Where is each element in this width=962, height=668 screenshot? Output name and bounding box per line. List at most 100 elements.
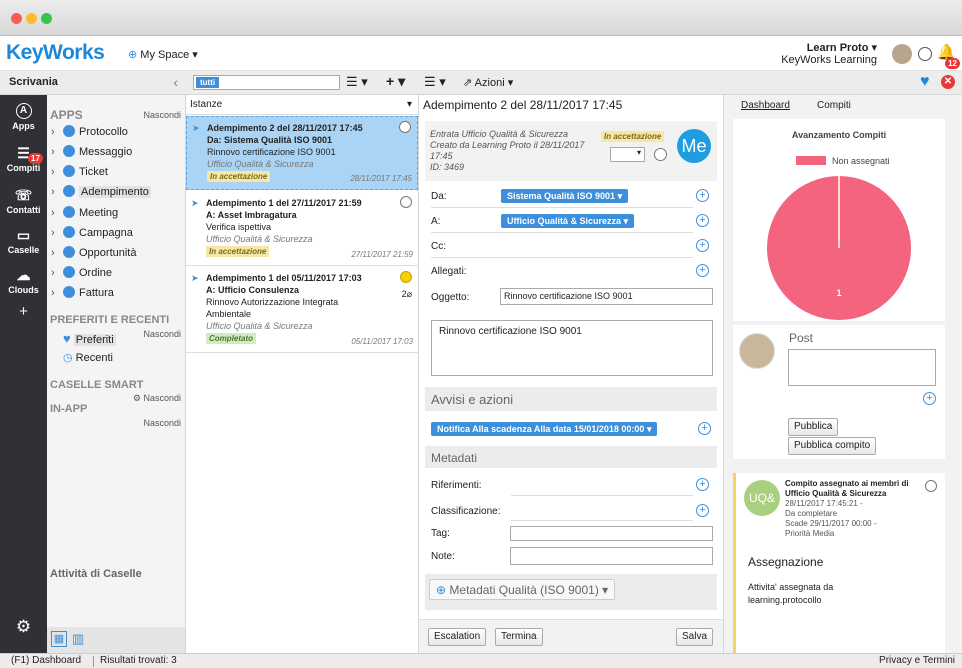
nav-footer: ▦ ▥ (47, 627, 185, 653)
list-item[interactable]: ➤ 2⌀ Adempimento 1 del 05/11/2017 17:03 … (186, 267, 418, 353)
actions-menu[interactable]: ⇗ Azioni ▾ (463, 76, 513, 89)
metadati-qualita-select[interactable]: ⊕ Metadati Qualità (ISO 9001) ▾ (429, 579, 616, 600)
divider (511, 520, 693, 521)
close-icon[interactable]: ✕ (941, 75, 955, 89)
caselle-smart-hide[interactable]: ⚙ Nascondi (133, 393, 181, 404)
nav-item-fattura[interactable]: › Fattura (51, 286, 114, 299)
leftbar-contatti[interactable]: ☏ Contatti (0, 187, 47, 215)
nav-item-adempimento[interactable]: › Adempimento (51, 185, 151, 198)
user-avatar[interactable] (892, 44, 912, 64)
detail-status-badge: In accettazione (601, 131, 665, 142)
nav-item-preferiti[interactable]: ♥ Preferiti (63, 331, 116, 346)
cc-label: Cc: (431, 241, 446, 252)
nav-item-protocollo[interactable]: › Protocollo (51, 125, 128, 138)
add-allegati-icon[interactable]: + (696, 264, 709, 277)
leftbar-caselle[interactable]: ▭ Caselle (0, 227, 47, 255)
collapse-chevron-icon[interactable]: ‹ (173, 74, 178, 90)
user-menu[interactable]: Learn Proto ▾ KeyWorks Learning (781, 42, 877, 66)
a-label: A: (431, 216, 441, 227)
pubblica-compito-button[interactable]: Pubblica compito (788, 437, 877, 455)
zoom-window-button[interactable] (41, 13, 52, 24)
filter-input[interactable]: tutti (193, 75, 340, 90)
escalation-button[interactable]: Escalation (428, 628, 487, 646)
globe-icon: ⊕ (128, 49, 138, 61)
preferiti-hide-link[interactable]: Nascondi (143, 329, 181, 339)
metadati-section-title[interactable]: Metadati (425, 446, 717, 468)
note-field[interactable] (510, 547, 713, 565)
select-circle-icon[interactable] (654, 148, 667, 161)
body-textarea[interactable]: Rinnovo certificazione ISO 9001 (431, 320, 713, 376)
user-org: KeyWorks Learning (781, 54, 877, 66)
card-title: Adempimento 2 del 28/11/2017 17:45 (207, 123, 363, 133)
select-circle-icon[interactable] (925, 480, 937, 492)
nav-item-messaggio[interactable]: › Messaggio (51, 145, 132, 158)
nav-item-campagna[interactable]: › Campagna (51, 226, 133, 239)
select-circle-icon[interactable] (400, 271, 412, 283)
apps-hide-link[interactable]: Nascondi (143, 110, 181, 120)
tab-compiti[interactable]: Compiti (817, 100, 851, 111)
map-view-icon[interactable]: ▥ (72, 631, 84, 647)
add-cc-icon[interactable]: + (696, 239, 709, 252)
list-item[interactable]: ➤ Adempimento 1 del 27/11/2017 21:59 A: … (186, 192, 418, 266)
in-app-hide-link[interactable]: Nascondi (143, 418, 181, 428)
pubblica-button[interactable]: Pubblica (788, 418, 839, 436)
preferiti-section-title: PREFERITI E RECENTI (50, 314, 170, 326)
my-space-menu[interactable]: ⊕ My Space ▾ (128, 48, 198, 61)
a-chip[interactable]: Ufficio Qualità & Sicurezza ▾ (501, 214, 635, 228)
leftbar-compiti[interactable]: ☰ Compiti 17 (0, 145, 47, 173)
add-post-icon[interactable]: + (923, 392, 936, 405)
add-classificazione-icon[interactable]: + (696, 504, 709, 517)
close-window-button[interactable] (11, 13, 22, 24)
da-chip[interactable]: Sistema Qualità ISO 9001 ▾ (501, 189, 629, 203)
add-da-icon[interactable]: + (696, 189, 709, 202)
add-a-icon[interactable]: + (696, 214, 709, 227)
list-view-icon[interactable]: ▦ (51, 631, 67, 647)
add-riferimenti-icon[interactable]: + (696, 478, 709, 491)
post-textarea[interactable] (788, 349, 936, 386)
nav-item-recenti[interactable]: ◷ Recenti (63, 351, 113, 364)
sort-bar[interactable]: Istanze ▾ (186, 95, 418, 115)
divider (431, 207, 693, 208)
task-card[interactable]: UQ& Compito assegnato ai membri di Uffic… (733, 473, 945, 653)
nav-item-opportunita[interactable]: › Opportunità (51, 246, 136, 259)
termina-button[interactable]: Termina (495, 628, 543, 646)
clock-icon: ◷ (63, 352, 73, 364)
post-card: Post + Pubblica Pubblica compito (733, 325, 945, 459)
gear-icon[interactable]: ⚙ (0, 617, 47, 637)
share-icon: ⇗ (463, 77, 473, 89)
card-description: Rinnovo Autorizzazione Integrata Ambient… (206, 297, 339, 319)
keyworks-logo[interactable]: KeyWorks (6, 41, 105, 65)
detail-menu-icon[interactable]: ☰ ▾ (424, 74, 446, 90)
select-circle-icon[interactable] (400, 196, 412, 208)
status-results: Risultati trovati: 3 (100, 655, 177, 666)
minimize-window-button[interactable] (26, 13, 37, 24)
app-header: KeyWorks ⊕ My Space ▾ Learn Proto ▾ KeyW… (0, 36, 962, 71)
heart-icon[interactable]: ♥ (920, 73, 930, 91)
notifica-chip[interactable]: Notifica Alla scadenza Alla data 15/01/2… (431, 422, 658, 436)
tag-field[interactable] (510, 526, 713, 541)
legend-swatch (796, 156, 826, 165)
nav-item-ticket[interactable]: › Ticket (51, 165, 108, 178)
actions-label: Azioni (474, 77, 505, 89)
status-select[interactable]: ▾ (610, 147, 645, 162)
card-date: 27/11/2017 21:59 (351, 250, 413, 259)
list-menu-icon[interactable]: ☰ ▾ (346, 74, 368, 90)
filter-tag[interactable]: tutti (196, 77, 220, 88)
leftbar-clouds[interactable]: ☁ Clouds (0, 267, 47, 295)
status-circle-icon[interactable] (918, 47, 932, 61)
user-name: Learn Proto (806, 42, 869, 54)
salva-button[interactable]: Salva (676, 628, 714, 646)
leftbar-apps[interactable]: A Apps (0, 103, 47, 131)
avvisi-section-title[interactable]: Avvisi e azioni (425, 387, 717, 411)
divider (431, 257, 693, 258)
add-icon[interactable]: + ▾ (386, 73, 405, 90)
select-circle-icon[interactable] (399, 121, 411, 133)
nav-item-ordine[interactable]: › Ordine (51, 266, 112, 279)
list-item[interactable]: ➤ Adempimento 2 del 28/11/2017 17:45 Da:… (186, 116, 418, 190)
oggetto-field[interactable]: Rinnovo certificazione ISO 9001 (500, 288, 713, 305)
privacy-link[interactable]: Privacy e Termini (879, 654, 955, 668)
add-plus-icon[interactable]: + (0, 303, 47, 320)
nav-item-meeting[interactable]: › Meeting (51, 206, 118, 219)
add-notifica-icon[interactable]: + (698, 422, 711, 435)
tab-dashboard[interactable]: Dashboard (741, 100, 790, 111)
